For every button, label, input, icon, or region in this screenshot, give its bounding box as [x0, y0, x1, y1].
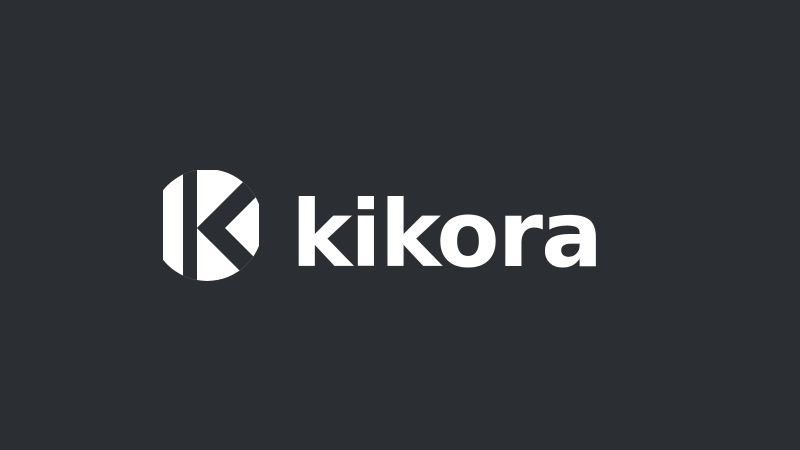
kikora-logo: kikora: [163, 170, 623, 282]
kikora-wordmark: kikora: [291, 180, 623, 282]
splash-screen: kikora: [0, 0, 800, 450]
brand-name: kikora: [291, 181, 601, 282]
kikora-k-circle-icon: [163, 170, 259, 282]
